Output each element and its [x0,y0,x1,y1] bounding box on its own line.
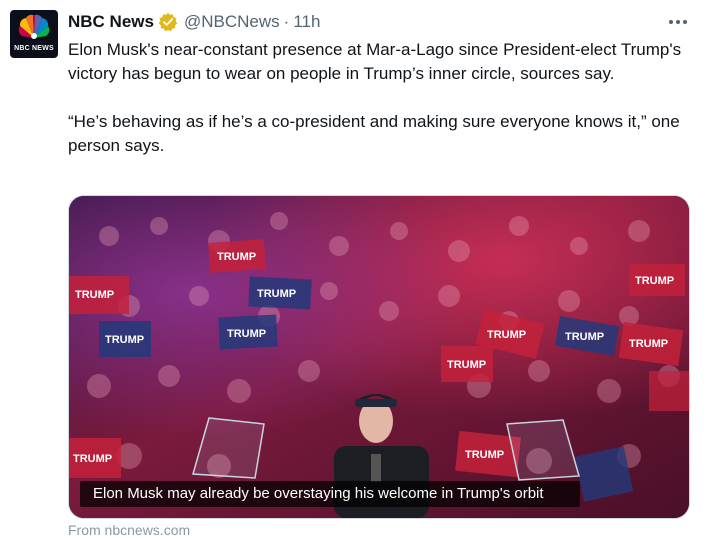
link-source[interactable]: From nbcnews.com [68,522,190,538]
tweet-text: Elon Musk's near-constant presence at Ma… [68,38,698,158]
separator-dot: · [283,12,290,31]
sign-text: TRUMP [257,288,296,300]
sign-text: TRUMP [73,453,112,465]
rally-sign: TRUMP [69,276,129,314]
tweet-paragraph: “He’s behaving as if he’s a co-president… [68,112,680,155]
rally-sign: TRUMP [629,264,685,296]
sign-text: TRUMP [447,359,486,371]
rally-crowd-photo: TRUMP TRUMP TRUMP TRUMP TRUMP TRUMP TRUM… [69,196,689,518]
media-image[interactable]: TRUMP TRUMP TRUMP TRUMP TRUMP TRUMP TRUM… [68,195,690,519]
sign-text: TRUMP [565,331,604,343]
verified-badge-icon[interactable] [158,12,178,32]
sign-text: TRUMP [465,449,504,461]
avatar-label: NBC NEWS [14,45,54,52]
tweet-header: NBC News @NBCNews · 11h [68,10,320,34]
media-caption: Elon Musk may already be overstaying his… [80,481,580,507]
sign-text: TRUMP [75,289,114,301]
display-name[interactable]: NBC News [68,12,154,32]
sign-text: TRUMP [105,334,144,346]
rally-sign: TRUMP [69,438,121,478]
nbc-peacock-icon [18,14,50,39]
avatar[interactable]: NBC NEWS [10,10,58,58]
rally-sign: TRUMP [99,321,151,357]
rally-sign: TRUMP [218,314,278,350]
tweet[interactable]: NBC NEWS NBC News @NBCNews · 11h Elon Mu… [0,0,708,538]
rally-sign: TRUMP [441,346,493,382]
tweet-paragraph: Elon Musk's near-constant presence at Ma… [68,40,682,83]
handle[interactable]: @NBCNews [184,12,280,32]
sign-text: TRUMP [217,251,256,263]
timestamp[interactable]: 11h [293,12,320,32]
sign-text: TRUMP [635,275,674,287]
rally-sign: TRUMP [208,239,266,273]
rally-sign: TRUMP [248,276,312,310]
more-horizontal-icon[interactable] [666,14,690,30]
sign-text: TRUMP [487,329,526,341]
sign-text: TRUMP [629,338,668,350]
sign-text: TRUMP [227,328,266,340]
